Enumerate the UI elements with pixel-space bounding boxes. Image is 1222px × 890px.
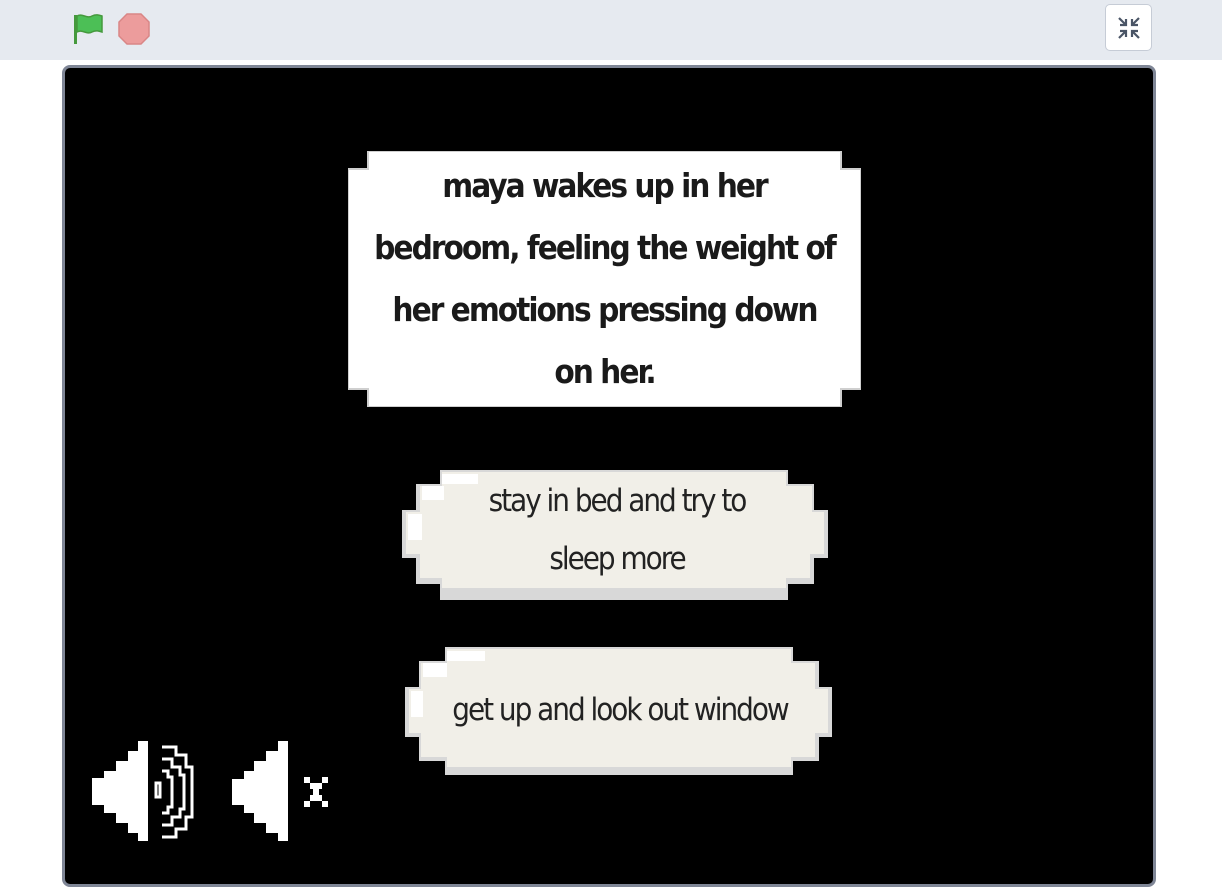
choice-button-stay-in-bed[interactable]: stay in bed and try to sleep more (402, 470, 828, 600)
exit-fullscreen-icon (1118, 17, 1140, 39)
stop-icon[interactable] (117, 12, 151, 46)
green-flag-icon[interactable] (70, 12, 106, 46)
choice-button-look-out-window[interactable]: get up and look out window (405, 647, 832, 775)
choice-label: stay in bed and try to sleep more (488, 483, 748, 577)
exit-fullscreen-button[interactable] (1105, 4, 1152, 51)
choice-label: get up and look out window (452, 692, 789, 728)
narration-box: maya wakes up in her bedroom, feeling th… (348, 151, 861, 407)
game-stage[interactable]: maya wakes up in her bedroom, feeling th… (62, 65, 1156, 887)
narration-text: maya wakes up in her bedroom, feeling th… (374, 166, 837, 391)
speaker-mute-icon[interactable] (232, 739, 332, 843)
top-toolbar (0, 0, 1222, 60)
speaker-on-icon[interactable] (92, 741, 198, 843)
